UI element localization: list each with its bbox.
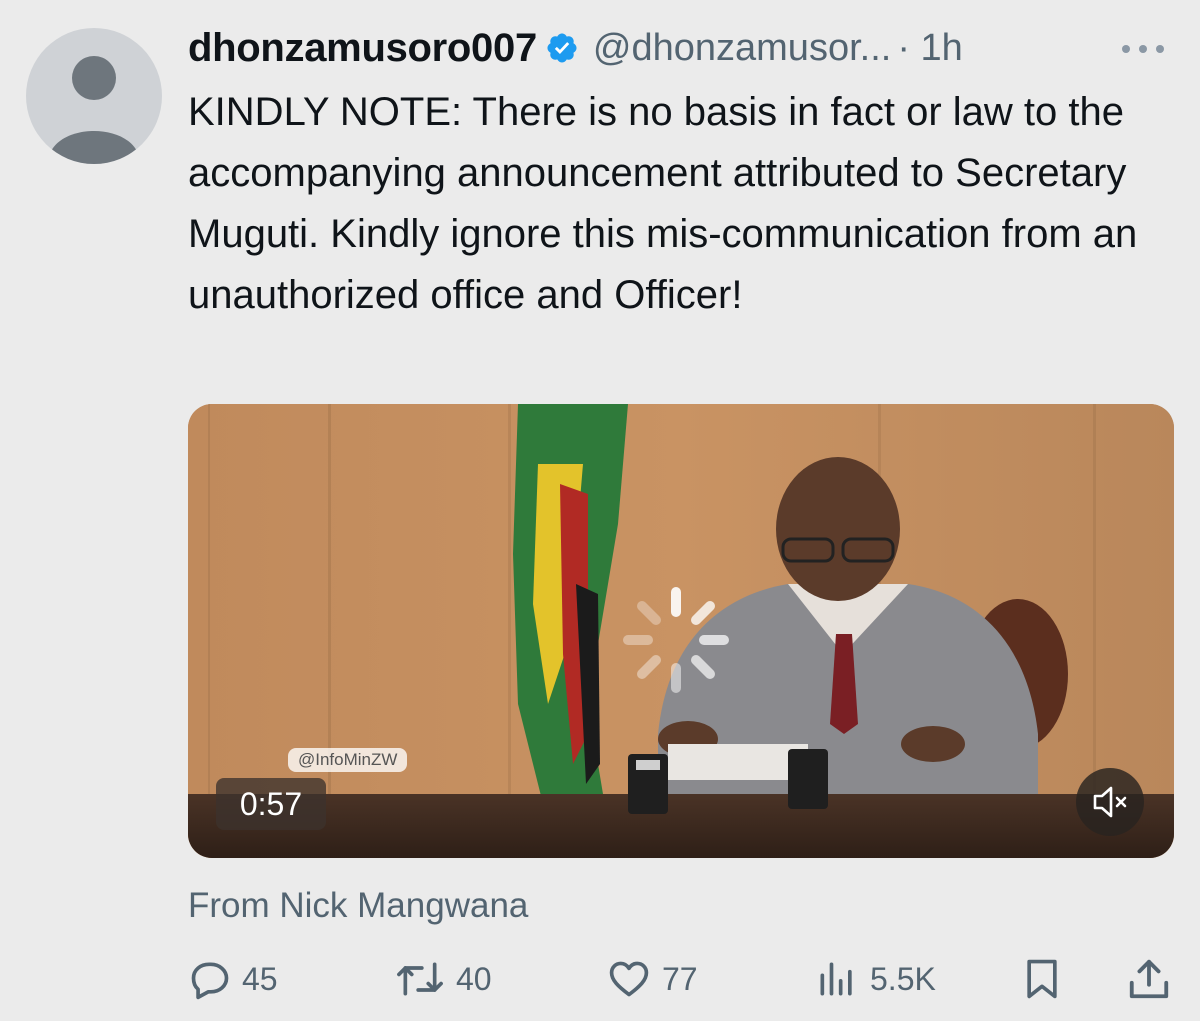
views-button[interactable]: 5.5K bbox=[814, 944, 936, 1014]
loading-spinner-icon bbox=[620, 584, 732, 696]
bookmark-icon bbox=[1027, 959, 1057, 999]
avatar[interactable] bbox=[26, 28, 162, 164]
more-icon[interactable] bbox=[1120, 42, 1166, 56]
repost-icon bbox=[397, 962, 443, 996]
tweet-header: dhonzamusoro007 @dhonzamusor... · 1h bbox=[188, 22, 1184, 74]
video-watermark: @InfoMinZW bbox=[288, 748, 408, 772]
video-player[interactable]: @InfoMinZW 0:57 bbox=[188, 404, 1174, 858]
reply-count: 45 bbox=[242, 960, 278, 997]
bookmark-button[interactable] bbox=[1020, 944, 1064, 1014]
verified-badge-icon bbox=[545, 31, 579, 65]
views-icon bbox=[820, 962, 852, 996]
timestamp[interactable]: · 1h bbox=[897, 27, 962, 70]
repost-button[interactable]: 40 bbox=[394, 944, 492, 1014]
tweet-text: KINDLY NOTE: There is no basis in fact o… bbox=[188, 90, 1138, 317]
like-button[interactable]: 77 bbox=[606, 944, 698, 1014]
display-name[interactable]: dhonzamusoro007 bbox=[188, 26, 537, 71]
user-handle[interactable]: @dhonzamusor... bbox=[593, 27, 891, 70]
like-count: 77 bbox=[662, 960, 698, 997]
media-source-label[interactable]: From Nick Mangwana bbox=[188, 886, 528, 926]
reply-icon bbox=[191, 962, 229, 1000]
mute-button[interactable] bbox=[1076, 768, 1144, 836]
share-icon bbox=[1129, 959, 1169, 999]
default-avatar-icon bbox=[48, 56, 140, 164]
share-button[interactable] bbox=[1126, 944, 1172, 1014]
video-duration: 0:57 bbox=[216, 778, 326, 830]
repost-count: 40 bbox=[456, 960, 492, 997]
mute-icon bbox=[1093, 786, 1127, 818]
action-bar: 45 40 77 5.5K bbox=[0, 944, 1200, 1014]
view-count: 5.5K bbox=[870, 960, 936, 997]
reply-button[interactable]: 45 bbox=[188, 944, 278, 1014]
like-icon bbox=[609, 961, 649, 997]
